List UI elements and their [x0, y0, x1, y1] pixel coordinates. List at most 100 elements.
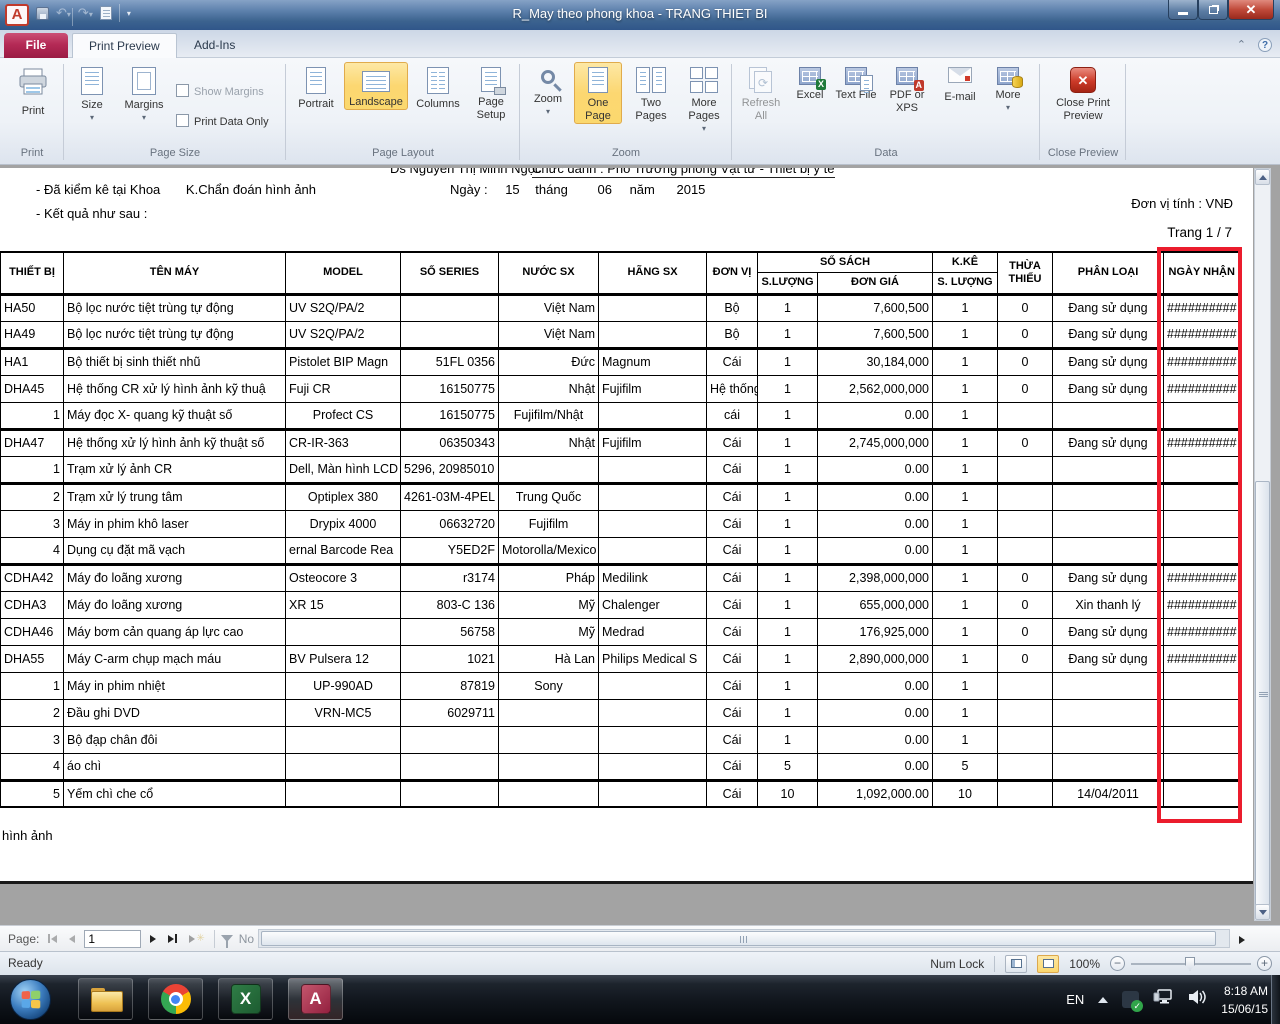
tab-print-preview[interactable]: Print Preview — [72, 33, 177, 58]
more-pages-button[interactable]: More Pages▾ — [678, 62, 730, 135]
margins-button[interactable]: Margins▾ — [116, 62, 172, 124]
table-cell — [998, 402, 1053, 429]
horizontal-scrollbar[interactable] — [258, 929, 1230, 948]
start-button[interactable] — [10, 979, 51, 1020]
table-cell: Đang sử dụng — [1053, 348, 1164, 375]
horizontal-scrollbar-thumb[interactable] — [261, 931, 1216, 946]
report-page-counter: Trang 1 / 7 — [1167, 225, 1232, 240]
landscape-button[interactable]: Landscape — [344, 62, 408, 110]
table-cell — [599, 510, 707, 537]
dropbox-tray-icon[interactable] — [1122, 991, 1139, 1008]
minimize-ribbon-icon[interactable]: ⌃ — [1237, 38, 1246, 52]
network-tray-icon[interactable] — [1153, 988, 1173, 1011]
table-cell: Pistolet BIP Magn — [286, 348, 401, 375]
zoom-in-button[interactable]: + — [1257, 956, 1272, 971]
table-cell — [1053, 483, 1164, 510]
table-cell: Máy đọc X- quang kỹ thuật số — [64, 402, 286, 429]
zoom-button[interactable]: Zoom▾ — [526, 62, 570, 118]
table-cell — [499, 726, 599, 753]
table-cell: 0 — [998, 348, 1053, 375]
table-cell: Cái — [707, 618, 758, 645]
table-cell — [599, 321, 707, 348]
table-cell: Cái — [707, 753, 758, 780]
show-hidden-icons[interactable] — [1098, 997, 1108, 1003]
clock[interactable]: 8:18 AM 15/06/15 — [1221, 982, 1268, 1018]
table-cell: Osteocore 3 — [286, 564, 401, 591]
zoom-slider[interactable]: − + — [1110, 956, 1272, 971]
table-cell: 1 — [933, 429, 998, 456]
table-cell: Máy đo loãng xương — [64, 564, 286, 591]
page-number-input[interactable] — [84, 930, 141, 948]
landscape-icon — [362, 71, 390, 92]
volume-tray-icon[interactable] — [1187, 988, 1207, 1011]
page-setup-button[interactable]: Page Setup — [466, 62, 516, 123]
close-print-preview-button[interactable]: ✕ Close Print Preview — [1048, 62, 1118, 124]
zoom-out-button[interactable]: − — [1110, 956, 1125, 971]
windows-flag-icon — [22, 991, 41, 1009]
previous-page-button[interactable] — [66, 933, 78, 945]
show-desktop-button[interactable] — [1271, 975, 1280, 1024]
clipped-signer-name: Ds Nguyễn Thị Minh Ngọc — [390, 168, 542, 176]
taskbar-file-explorer[interactable] — [78, 978, 133, 1020]
system-tray: EN 8:18 AM 15/06/15 — [1066, 975, 1268, 1024]
show-margins-checkbox-box[interactable] — [176, 84, 189, 97]
taskbar-chrome[interactable] — [148, 978, 203, 1020]
vertical-scrollbar[interactable] — [1254, 168, 1271, 921]
taskbar-excel[interactable]: X — [218, 978, 273, 1020]
hscroll-right-arrow[interactable] — [1236, 934, 1248, 946]
table-cell: 30,184,000 — [818, 348, 933, 375]
folder-icon — [91, 988, 121, 1010]
columns-button[interactable]: Columns — [412, 62, 464, 112]
vertical-scrollbar-thumb[interactable] — [1255, 481, 1270, 906]
print-data-only-checkbox-box[interactable] — [176, 114, 189, 127]
scroll-down-button[interactable] — [1255, 904, 1270, 920]
more-pages-icon — [690, 67, 718, 93]
zoom-slider-thumb[interactable] — [1185, 957, 1195, 971]
table-cell: 0 — [998, 645, 1053, 672]
taskbar-access[interactable]: A — [288, 978, 343, 1020]
export-excel-button[interactable]: X Excel — [788, 62, 832, 103]
email-button[interactable]: E-mail — [936, 62, 984, 105]
close-button[interactable]: ✕ — [1228, 0, 1274, 20]
portrait-button[interactable]: Portrait — [292, 62, 340, 112]
export-pdf-button[interactable]: A PDF or XPS — [882, 62, 932, 116]
help-icon[interactable]: ? — [1258, 38, 1272, 52]
new-record-button: ✳ — [186, 931, 207, 946]
print-preview-view-button[interactable] — [1037, 955, 1059, 973]
print-preview-area[interactable]: Ds Nguyễn Thị Minh Ngọc Chức danh : Phó … — [0, 165, 1280, 925]
print-data-only-checkbox[interactable]: Print Data Only — [176, 114, 269, 128]
zoom-slider-track[interactable] — [1131, 963, 1251, 965]
restore-button[interactable] — [1198, 0, 1228, 20]
table-cell: 1 — [933, 510, 998, 537]
report-view-button[interactable] — [1005, 955, 1027, 973]
scroll-up-button[interactable] — [1255, 169, 1270, 185]
table-cell: 1 — [758, 456, 818, 483]
tab-add-ins[interactable]: Add-Ins — [178, 33, 251, 58]
table-cell: Y5ED2F — [401, 537, 499, 564]
last-page-button[interactable] — [165, 932, 180, 945]
export-text-file-button[interactable]: Text File — [834, 62, 878, 103]
two-pages-button[interactable]: Two Pages — [626, 62, 676, 124]
group-label-data: Data — [732, 147, 1040, 159]
table-row: 3Bộ đạp chân đôiCái10.001 — [1, 726, 1241, 753]
tab-file[interactable]: File — [4, 33, 68, 58]
size-button[interactable]: Size▾ — [70, 62, 114, 124]
table-cell: 1 — [933, 402, 998, 429]
show-margins-checkbox[interactable]: Show Margins — [176, 84, 264, 98]
print-button[interactable]: Print — [10, 62, 56, 119]
table-cell: 1 — [758, 672, 818, 699]
margins-icon — [132, 67, 156, 95]
first-page-button[interactable] — [45, 932, 60, 945]
table-cell: 4261-03M-4PEL — [401, 483, 499, 510]
table-cell — [998, 456, 1053, 483]
next-page-button[interactable] — [147, 933, 159, 945]
status-ready: Ready — [8, 956, 43, 970]
minimize-button[interactable] — [1168, 0, 1198, 20]
clipped-signer-title: Chức danh : Phó Trưởng phòng Vật tư - Th… — [532, 168, 835, 178]
export-more-button[interactable]: More▾ — [986, 62, 1030, 114]
table-cell — [401, 294, 499, 321]
language-indicator[interactable]: EN — [1066, 992, 1084, 1007]
page-setup-icon — [481, 67, 501, 92]
one-page-button[interactable]: One Page — [574, 62, 622, 124]
column-subheader: S. LƯỢNG — [933, 272, 998, 294]
